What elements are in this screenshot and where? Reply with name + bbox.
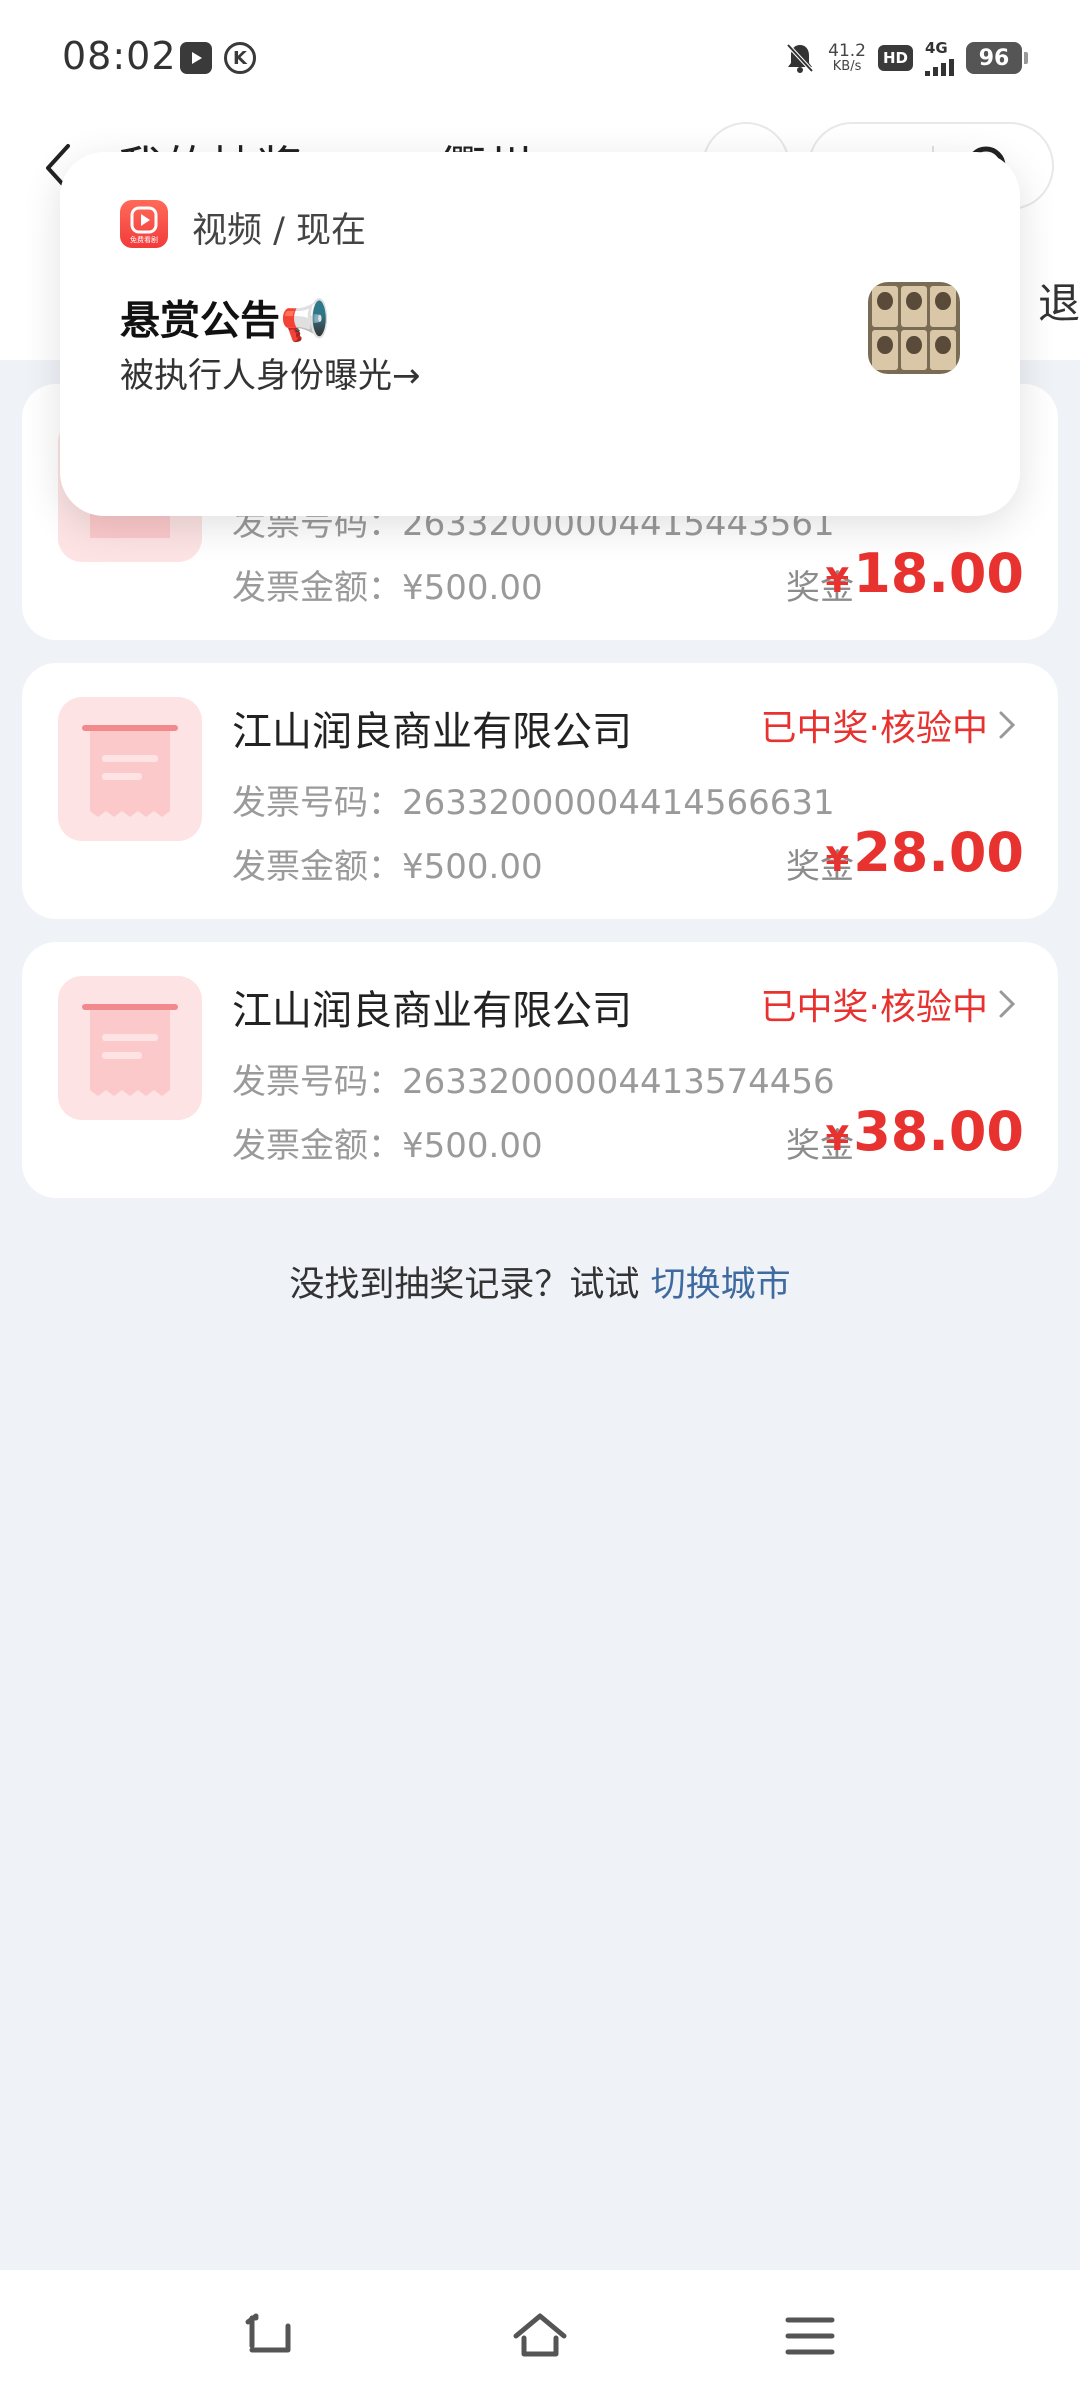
mute-bell-icon [786, 43, 814, 73]
status-indicators: 41.2 KB/s HD 4G 96 [784, 38, 1028, 78]
menu-nav-icon[interactable] [780, 2308, 840, 2364]
tab-edge[interactable]: 退 [1038, 270, 1080, 331]
invoice-amount: 发票金额：¥500.00 [232, 839, 543, 888]
prize-amount: ¥38.00 [826, 1100, 1024, 1163]
switch-city-link[interactable]: 切换城市 [651, 1265, 791, 1305]
prize-status[interactable]: 已中奖·核验中 [761, 978, 988, 1030]
invoice-number-label: 发票号码： [232, 783, 402, 823]
chevron-right-icon[interactable] [996, 709, 1018, 741]
hd-badge: HD [877, 45, 913, 71]
k-app-icon: K [224, 42, 256, 74]
status-bar: 08:02 K 41.2 KB/s HD 4G 96 [0, 0, 1080, 118]
invoice-amount-value: ¥500.00 [402, 568, 543, 608]
invoice-amount-label: 发票金额： [232, 1126, 402, 1166]
prize-value: 28.00 [853, 821, 1024, 884]
prize-value: 18.00 [853, 542, 1024, 605]
switch-city-prompt: 没找到抽奖记录？试试 切换城市 [0, 1256, 1080, 1307]
system-nav-bar [0, 2270, 1080, 2400]
home-nav-icon[interactable] [510, 2308, 570, 2364]
invoice-amount: 发票金额：¥500.00 [232, 560, 543, 609]
signal-bars-icon [925, 56, 954, 76]
notification-popup[interactable]: 免费看剧 视频 / 现在 悬赏公告📢 被执行人身份曝光→ [60, 152, 1020, 516]
notification-title: 悬赏公告📢 [120, 298, 330, 344]
invoice-amount-value: ¥500.00 [402, 847, 543, 887]
speed-value: 41.2 [828, 41, 866, 61]
signal-indicator: 4G [925, 38, 954, 76]
invoice-number-label: 发票号码： [232, 1062, 402, 1102]
notification-app-icon: 免费看剧 [120, 200, 168, 248]
notification-body: 被执行人身份曝光→ [120, 356, 421, 396]
status-time: 08:02 [62, 34, 177, 78]
prize-amount: ¥18.00 [826, 542, 1024, 605]
battery-level: 96 [978, 45, 1010, 71]
page: 08:02 K 41.2 KB/s HD 4G 96 退 免费看剧 视频 / 现… [0, 0, 1080, 2400]
prize-value: 38.00 [853, 1100, 1024, 1163]
company-name: 江山润良商业有限公司 [232, 988, 632, 1034]
invoice-amount-label: 发票金额： [232, 847, 402, 887]
invoice-amount: 发票金额：¥500.00 [232, 1118, 543, 1167]
record-card[interactable]: 江山润良商业有限公司 已中奖·核验中 发票号码：2633200000441456… [22, 663, 1058, 919]
prize-currency: ¥ [825, 561, 850, 601]
receipt-icon [58, 976, 202, 1120]
prize-currency: ¥ [825, 840, 850, 880]
invoice-number: 发票号码：26332000004414566631 [232, 775, 835, 824]
invoice-amount-label: 发票金额： [232, 568, 402, 608]
prize-currency: ¥ [825, 1119, 850, 1159]
switch-city-text: 没找到抽奖记录？试试 [289, 1265, 651, 1305]
notification-source: 视频 / 现在 [192, 211, 367, 251]
invoice-number-value: 26332000004413574456 [402, 1062, 835, 1102]
receipt-icon [58, 697, 202, 841]
invoice-number: 发票号码：26332000004413574456 [232, 1054, 835, 1103]
company-name: 江山润良商业有限公司 [232, 709, 632, 755]
speed-unit: KB/s [832, 59, 862, 74]
video-app-icon [180, 42, 212, 74]
prize-amount: ¥28.00 [826, 821, 1024, 884]
notification-thumbnail [868, 282, 960, 374]
battery-icon: 96 [966, 42, 1028, 74]
play-icon [130, 206, 158, 234]
prize-status[interactable]: 已中奖·核验中 [761, 699, 988, 751]
invoice-number-value: 26332000004414566631 [402, 783, 835, 823]
back-nav-icon[interactable] [240, 2308, 300, 2364]
record-card[interactable]: 江山润良商业有限公司 已中奖·核验中 发票号码：2633200000441357… [22, 942, 1058, 1198]
network-type: 4G [925, 38, 948, 57]
app-icon-caption: 免费看剧 [130, 236, 158, 244]
network-speed: 41.2 KB/s [828, 41, 866, 74]
invoice-amount-value: ¥500.00 [402, 1126, 543, 1166]
chevron-right-icon[interactable] [996, 988, 1018, 1020]
